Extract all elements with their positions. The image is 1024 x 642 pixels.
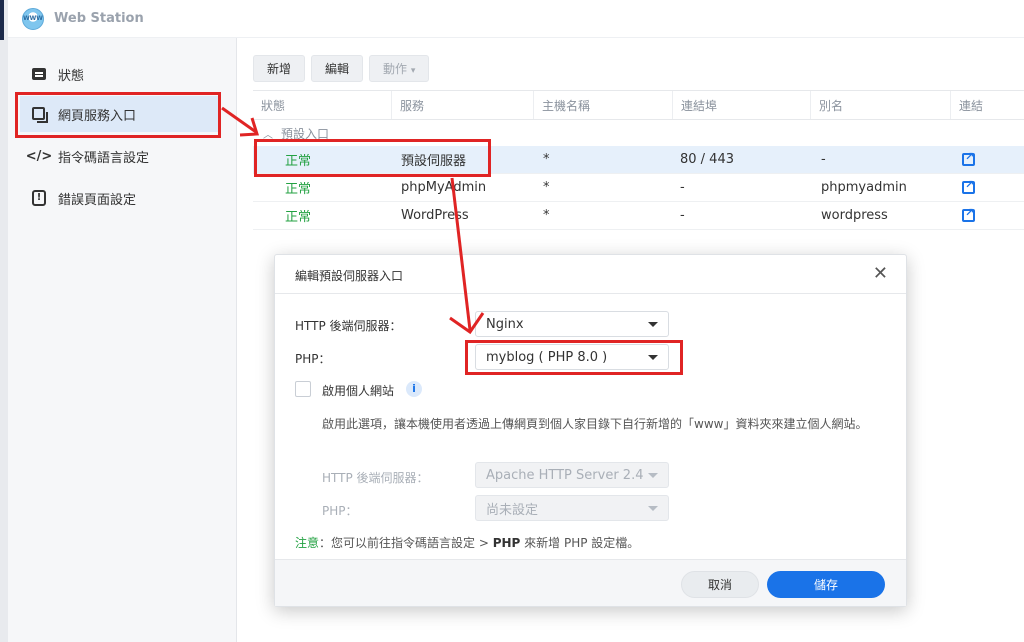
sidebar-item-script-language[interactable]: </> 指令碼語言設定 xyxy=(20,138,220,174)
port-cell: 80 / 443 xyxy=(680,152,734,167)
edit-button[interactable]: 編輯 xyxy=(311,55,364,82)
sub-php-label: PHP： xyxy=(322,504,358,518)
column-header-alias[interactable]: 別名 xyxy=(810,91,950,119)
close-icon[interactable]: ✕ xyxy=(873,263,888,284)
status-cell: 正常 xyxy=(285,154,312,169)
note-text: 注意：您可以前往指令碼語言設定 > PHP 來新增 PHP 設定檔。 xyxy=(295,534,639,551)
dialog-footer: 取消 儲存 xyxy=(275,559,906,606)
sub-php-value: 尚未設定 xyxy=(486,502,539,518)
host-cell: * xyxy=(543,180,550,195)
sidebar-item-error-page[interactable]: ! 錯誤頁面設定 xyxy=(20,180,220,216)
service-cell: phpMyAdmin xyxy=(401,180,487,195)
table-row[interactable]: 正常 WordPress * - wordpress xyxy=(253,202,1024,230)
table-row[interactable]: 正常 預設伺服器 * 80 / 443 - xyxy=(253,146,1024,174)
enable-personal-website-checkbox[interactable] xyxy=(295,381,311,397)
add-button[interactable]: 新增 xyxy=(253,55,306,82)
status-cell: 正常 xyxy=(285,182,312,197)
note-bold: PHP xyxy=(492,536,521,550)
chevron-down-icon xyxy=(648,473,658,478)
column-header-hostname[interactable]: 主機名稱 xyxy=(533,91,672,119)
app-title: Web Station xyxy=(54,11,144,26)
note-prefix: 注意 xyxy=(295,536,320,550)
portal-table: 狀態 服務 主機名稱 連結埠 別名 連結 ︿ 預設入口 正常 預設伺服器 * 8… xyxy=(253,90,1024,230)
chevron-down-icon xyxy=(648,506,658,511)
cancel-button[interactable]: 取消 xyxy=(681,571,759,598)
host-cell: * xyxy=(543,208,550,223)
service-cell: WordPress xyxy=(401,208,469,223)
table-row[interactable]: 正常 phpMyAdmin * - phpmyadmin xyxy=(253,174,1024,202)
code-icon: </> xyxy=(25,148,53,164)
alias-cell: wordpress xyxy=(821,208,888,223)
sidebar-item-label: 指令碼語言設定 xyxy=(58,150,150,166)
chevron-up-icon: ︿ xyxy=(263,129,273,141)
sub-php-select[interactable]: 尚未設定 xyxy=(475,495,669,521)
external-link-icon[interactable] xyxy=(962,206,975,222)
edit-default-server-dialog: 編輯預設伺服器入口 ✕ HTTP 後端伺服器： Nginx PHP： myblo… xyxy=(274,254,907,607)
status-cell: 正常 xyxy=(285,210,312,225)
link-cell[interactable] xyxy=(954,202,975,229)
enable-personal-website-label: 啟用個人網站 xyxy=(322,384,395,398)
host-cell: * xyxy=(543,152,550,167)
alias-cell: - xyxy=(821,152,826,167)
port-cell: - xyxy=(680,180,685,195)
group-row-default-portal[interactable]: ︿ 預設入口 xyxy=(253,120,1024,146)
table-header: 狀態 服務 主機名稱 連結埠 別名 連結 xyxy=(253,90,1024,120)
sidebar-item-label: 網頁服務入口 xyxy=(58,108,137,124)
portal-icon xyxy=(32,107,48,123)
background-window-edge xyxy=(0,0,8,642)
web-station-logo-icon: WWW xyxy=(22,7,44,30)
info-icon[interactable]: i xyxy=(406,381,422,397)
note-suffix: 來新增 PHP 設定檔。 xyxy=(520,536,640,550)
chevron-down-icon xyxy=(648,355,658,360)
dialog-divider xyxy=(275,293,906,294)
external-link-icon[interactable] xyxy=(962,150,975,166)
http-backend-label: HTTP 後端伺服器： xyxy=(295,319,402,333)
port-cell: - xyxy=(680,208,685,223)
save-button[interactable]: 儲存 xyxy=(767,571,885,598)
link-cell[interactable] xyxy=(954,174,975,201)
column-header-service[interactable]: 服務 xyxy=(391,91,533,119)
sidebar-item-label: 錯誤頁面設定 xyxy=(58,192,137,208)
error-page-icon: ! xyxy=(32,190,46,206)
service-cell: 預設伺服器 xyxy=(401,154,467,169)
http-backend-select[interactable]: Nginx xyxy=(475,311,669,337)
external-link-icon[interactable] xyxy=(962,178,975,194)
status-icon xyxy=(32,68,46,80)
chevron-down-icon: ▾ xyxy=(410,66,416,76)
dialog-title: 編輯預設伺服器入口 xyxy=(295,269,404,283)
sidebar-item-status[interactable]: 狀態 xyxy=(20,56,220,92)
sidebar: 狀態 網頁服務入口 </> 指令碼語言設定 ! 錯誤頁面設定 xyxy=(8,38,237,642)
title-bar: WWW Web Station xyxy=(8,0,1024,38)
link-cell[interactable] xyxy=(954,146,975,173)
action-dropdown-button[interactable]: 動作 ▾ xyxy=(369,55,430,82)
php-label: PHP： xyxy=(295,352,331,366)
php-profile-value: myblog ( PHP 8.0 ) xyxy=(486,349,608,365)
php-profile-select[interactable]: myblog ( PHP 8.0 ) xyxy=(475,344,669,370)
group-label: 預設入口 xyxy=(281,126,330,141)
sub-http-backend-value: Apache HTTP Server 2.4 xyxy=(486,467,644,483)
sub-http-backend-label: HTTP 後端伺服器： xyxy=(322,471,429,485)
note-body: ：您可以前往指令碼語言設定 > xyxy=(319,536,493,550)
action-label: 動作 xyxy=(383,62,408,76)
sub-http-backend-select[interactable]: Apache HTTP Server 2.4 xyxy=(475,462,669,488)
chevron-down-icon xyxy=(648,322,658,327)
http-backend-value: Nginx xyxy=(486,316,524,332)
column-header-link[interactable]: 連結 xyxy=(950,91,1024,119)
sidebar-item-web-portal[interactable]: 網頁服務入口 xyxy=(20,96,220,132)
alias-cell: phpmyadmin xyxy=(821,180,907,195)
sidebar-item-label: 狀態 xyxy=(58,68,85,84)
column-header-status[interactable]: 狀態 xyxy=(253,91,391,119)
toolbar: 新增 編輯 動作 ▾ xyxy=(253,55,430,82)
personal-website-description: 啟用此選項，讓本機使用者透過上傳網頁到個人家目錄下自行新增的「www」資料夾來建… xyxy=(322,417,868,431)
column-header-port[interactable]: 連結埠 xyxy=(672,91,810,119)
